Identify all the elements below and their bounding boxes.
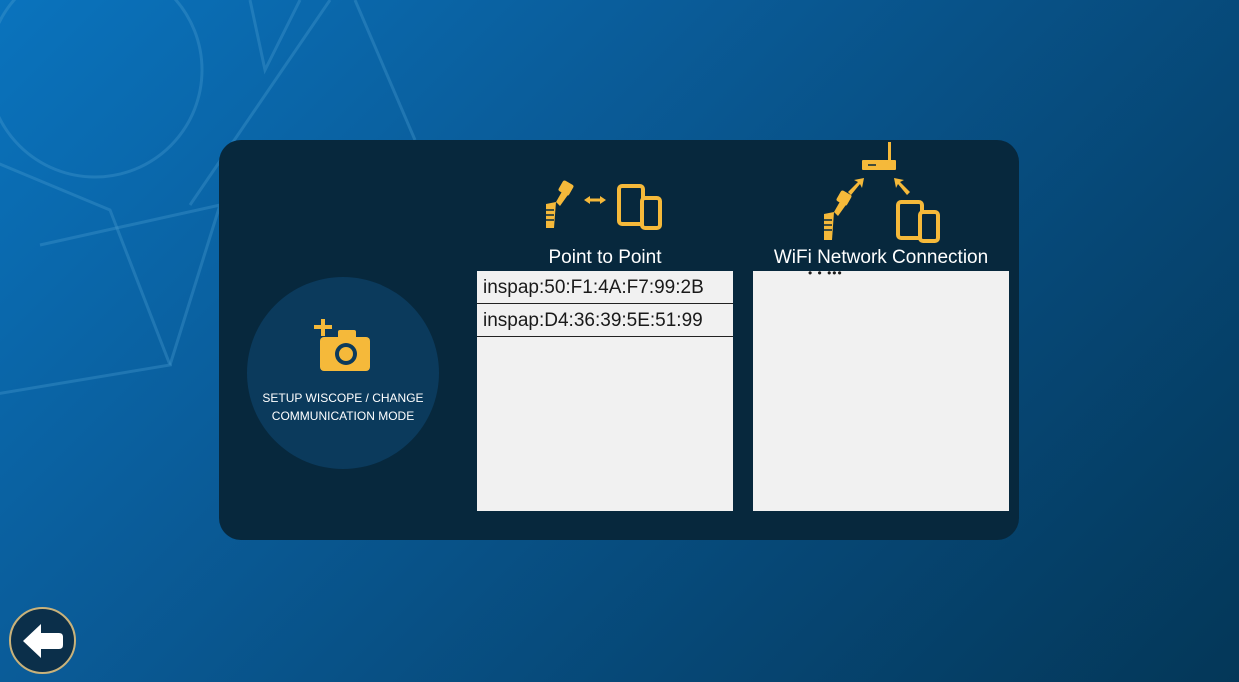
scope-to-device-icon <box>546 180 662 230</box>
wifi-network-list[interactable] <box>753 271 1009 511</box>
setup-label: SETUP WISCOPE / CHANGE COMMUNICATION MOD… <box>247 389 439 425</box>
router-network-icon <box>824 142 940 243</box>
setup-label-line1: SETUP WISCOPE / CHANGE <box>262 391 424 405</box>
list-item[interactable]: inspap:50:F1:4A:F7:99:2B <box>477 271 733 304</box>
point-to-point-list[interactable]: inspap:50:F1:4A:F7:99:2B inspap:D4:36:39… <box>477 271 733 511</box>
back-arrow-icon <box>23 624 63 658</box>
back-button[interactable] <box>9 607 76 674</box>
add-camera-icon <box>314 319 370 371</box>
list-item[interactable]: inspap:D4:36:39:5E:51:99 <box>477 304 733 337</box>
point-to-point-title: Point to Point <box>548 247 662 268</box>
setup-label-line2: COMMUNICATION MODE <box>271 409 415 423</box>
setup-wiscope-button[interactable]: SETUP WISCOPE / CHANGE COMMUNICATION MOD… <box>247 277 439 469</box>
loading-indicator: • • ••• <box>808 266 843 280</box>
